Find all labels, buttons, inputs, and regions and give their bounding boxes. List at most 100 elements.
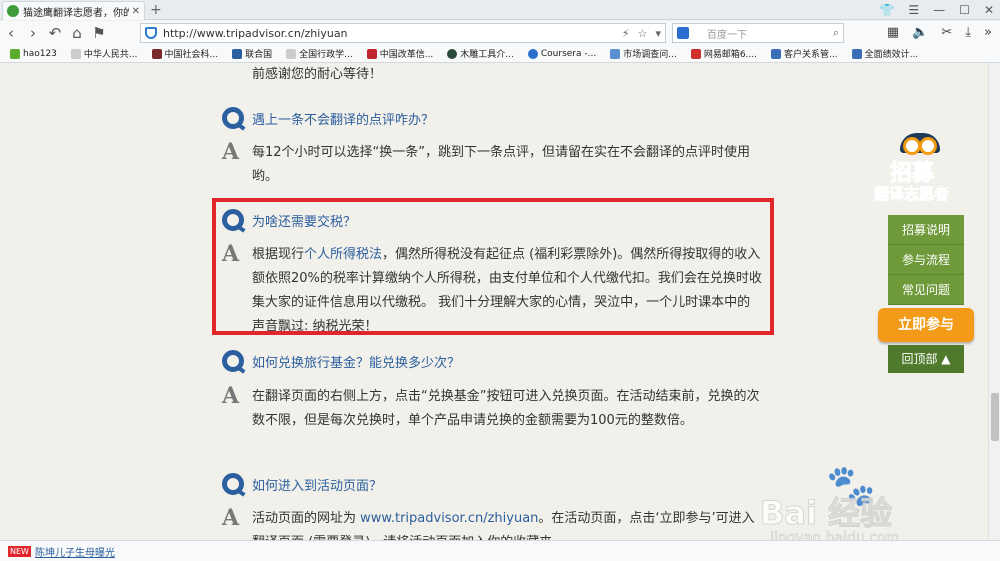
bookmark-item[interactable]: Coursera -... [527, 48, 596, 59]
dropdown-icon[interactable]: ▾ [655, 27, 661, 40]
faq-link[interactable]: 常见问题 [888, 275, 964, 305]
question-icon [222, 473, 244, 495]
status-bar: NEW 陈坤儿子生母曝光 [0, 540, 1000, 561]
answer-continuation: 前感谢您的耐心等待！ [222, 63, 762, 87]
window-controls: 👕 ☰ — ☐ ✕ [879, 1, 994, 19]
page-icon [70, 48, 81, 59]
recruit-subtitle: 翻译志愿者 [874, 185, 950, 204]
skin-icon[interactable]: 👕 [879, 1, 894, 19]
recruit-menu: 招募说明 参与流程 常见问题 [888, 215, 964, 305]
bookmark-item[interactable]: 市场调查问... [610, 47, 677, 60]
question-icon [222, 107, 244, 129]
bookmark-icon [10, 48, 20, 59]
tripadvisor-favicon-icon [7, 5, 19, 17]
baidu-watermark: 🐾 Bai 经验 jingyan.baidu.com [759, 448, 980, 540]
download-icon[interactable]: ⤓ [965, 21, 971, 45]
search-box[interactable]: 百度一下 ⌕ [672, 23, 844, 43]
faq-answer: A 活动页面的网址为 www.tripadvisor.cn/zhiyuan。在活… [222, 507, 762, 540]
bookmark-icon [151, 48, 162, 59]
bookmark-item[interactable]: 客户关系管... [770, 47, 838, 60]
faq-answer: A 在翻译页面的右侧上方，点击“兑换基金”按钮可进入兑换页面。在活动结束前，兑换… [222, 385, 762, 433]
answer-text: 活动页面的网址为 www.tripadvisor.cn/zhiyuan。在活动页… [252, 511, 755, 540]
bookmark-icon [770, 48, 781, 59]
extension-icon[interactable]: ⚑ [88, 21, 110, 45]
faq-question: 如何进入到活动页面？ [222, 473, 382, 495]
answer-text: 在翻译页面的右侧上方，点击“兑换基金”按钮可进入兑换页面。在活动结束前，兑换的次… [252, 389, 760, 428]
toolbar: ▦ 🔈 ✂ ⤓ » [887, 21, 992, 45]
search-placeholder[interactable]: 百度一下 [707, 26, 747, 41]
join-now-button[interactable]: 立即参与 [878, 308, 974, 342]
answer-text: 前感谢您的耐心等待！ [252, 67, 383, 82]
star-icon[interactable]: ☆ [638, 27, 648, 40]
forward-icon[interactable]: › [22, 21, 44, 45]
highlight-box [212, 198, 774, 335]
back-to-top-button[interactable]: 回顶部 ▲ [888, 345, 964, 373]
bookmark-icon [851, 48, 862, 59]
more-icon[interactable]: » [984, 21, 992, 45]
answer-icon: A [222, 383, 240, 409]
un-logo-icon [232, 48, 243, 59]
tab-strip: 猫途鹰翻译志愿者，你的... ✕ + 👕 ☰ — ☐ ✕ [0, 0, 1000, 20]
scrollbar-thumb[interactable] [991, 393, 999, 441]
answer-text: 每12个小时可以选择“换一条”，跳到下一条点评，但请留在实在不会翻译的点评时使用… [252, 145, 751, 184]
bookmark-item[interactable]: 联合国 [232, 47, 272, 60]
recruit-widget: 招募 翻译志愿者 招募说明 参与流程 常见问题 立即参与 回顶部 ▲ [872, 133, 974, 373]
navigation-bar: ‹ › ↶ ⌂ ⚑ http://www.tripadvisor.cn/zhiy… [0, 21, 1000, 45]
page-icon [286, 48, 297, 59]
tab-close-icon[interactable]: ✕ [132, 6, 140, 17]
recruit-header: 招募 翻译志愿者 [872, 133, 968, 215]
coursera-icon [527, 48, 538, 59]
search-go-icon[interactable]: ⌕ [833, 26, 839, 40]
lightning-icon[interactable]: ⚡ [622, 27, 630, 40]
maximize-icon[interactable]: ☐ [959, 1, 970, 19]
home-icon[interactable]: ⌂ [66, 21, 88, 45]
browser-tab[interactable]: 猫途鹰翻译志愿者，你的... ✕ [2, 1, 145, 20]
process-link[interactable]: 参与流程 [888, 245, 964, 275]
undo-icon[interactable]: ↶ [44, 21, 66, 45]
bookmark-icon [366, 48, 377, 59]
watermark-text: Bai 经验 [759, 494, 893, 533]
answer-icon: A [222, 505, 240, 531]
news-link[interactable]: 陈坤儿子生母曝光 [35, 544, 115, 559]
address-bar[interactable]: http://www.tripadvisor.cn/zhiyuan ⚡ ☆ ▾ [140, 23, 666, 43]
apps-grid-icon[interactable]: ▦ [887, 21, 899, 45]
mail-icon [690, 48, 701, 59]
sound-icon[interactable]: 🔈 [912, 21, 928, 45]
close-window-icon[interactable]: ✕ [984, 1, 994, 19]
tripadvisor-owl-icon [900, 133, 940, 155]
bookmark-item[interactable]: 中国改革信... [366, 47, 433, 60]
security-shield-icon [145, 27, 157, 39]
answer-icon: A [222, 139, 240, 165]
new-tab-button[interactable]: + [150, 1, 162, 19]
question-text: 如何进入到活动页面？ [252, 478, 383, 494]
minimize-icon[interactable]: — [933, 1, 945, 19]
watermark-url: jingyan.baidu.com [770, 530, 900, 540]
question-text: 遇上一条不会翻译的点评咋办？ [252, 112, 435, 128]
back-icon[interactable]: ‹ [0, 21, 22, 45]
bookmark-icon [610, 48, 621, 59]
question-text: 如何兑换旅行基金？能兑换多少次？ [252, 355, 461, 371]
bookmark-item[interactable]: 木雕工具介... [447, 47, 514, 60]
bookmarks-bar: hao123 中华人民共... 中国社会科... 联合国 全国行政学... 中国… [0, 45, 1000, 63]
menu-icon[interactable]: ☰ [908, 1, 919, 19]
bookmark-item[interactable]: 中华人民共... [70, 47, 138, 60]
tab-title: 猫途鹰翻译志愿者，你的... [23, 7, 129, 19]
bookmark-icon [447, 48, 458, 59]
faq-question: 如何兑换旅行基金？能兑换多少次？ [222, 350, 460, 372]
bookmark-item[interactable]: 中国社会科... [151, 47, 218, 60]
bookmark-item[interactable]: hao123 [10, 48, 57, 59]
scissors-icon[interactable]: ✂ [941, 21, 952, 45]
faq-question: 遇上一条不会翻译的点评咋办？ [222, 107, 434, 129]
recruit-info-link[interactable]: 招募说明 [888, 215, 964, 245]
search-engine-icon[interactable] [677, 27, 689, 39]
bookmark-item[interactable]: 全面绩效计... [851, 47, 918, 60]
bookmark-item[interactable]: 全国行政学... [286, 47, 353, 60]
url-text[interactable]: http://www.tripadvisor.cn/zhiyuan [163, 27, 618, 40]
question-icon [222, 350, 244, 372]
activity-url-link[interactable]: www.tripadvisor.cn/zhiyuan [360, 511, 538, 526]
vertical-scrollbar[interactable] [988, 63, 1000, 540]
bookmark-item[interactable]: 网易邮箱6.... [690, 47, 757, 60]
page-content: 前感谢您的耐心等待！ 遇上一条不会翻译的点评咋办？ A 每12个小时可以选择“换… [0, 63, 988, 540]
new-badge: NEW [8, 545, 31, 557]
faq-answer: A 每12个小时可以选择“换一条”，跳到下一条点评，但请留在实在不会翻译的点评时… [222, 141, 762, 189]
